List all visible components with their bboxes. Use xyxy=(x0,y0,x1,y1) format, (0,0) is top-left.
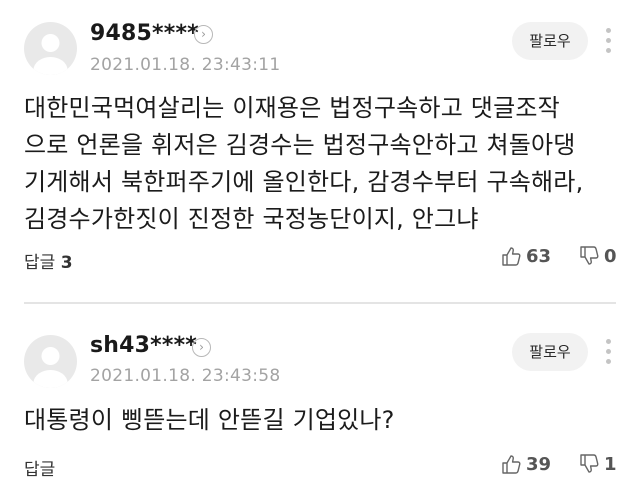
comment-text: 대통령이 삥뜯는데 안뜯길 기업있나? xyxy=(24,406,395,434)
thumbs-down-icon xyxy=(580,454,599,473)
avatar[interactable] xyxy=(24,335,77,388)
more-options-icon[interactable] xyxy=(606,28,612,58)
nickname[interactable]: 9485**** xyxy=(90,21,199,46)
user-silhouette-icon xyxy=(33,347,68,388)
dislike-count: 1 xyxy=(604,453,617,475)
chevron-right-icon[interactable]: › xyxy=(192,338,211,357)
reply-count: 3 xyxy=(60,253,73,273)
nickname[interactable]: sh43**** xyxy=(90,333,197,358)
reply-label: 답글 xyxy=(24,253,56,273)
chevron-right-icon[interactable]: › xyxy=(194,25,213,44)
follow-button[interactable]: 팔로우 xyxy=(512,22,588,60)
user-silhouette-icon xyxy=(33,34,68,75)
divider xyxy=(24,302,616,304)
reply-label: 답글 xyxy=(24,460,56,480)
follow-button[interactable]: 팔로우 xyxy=(512,333,588,371)
reply-button[interactable]: 답글 3 xyxy=(24,248,73,273)
dislike-button[interactable]: 1 xyxy=(578,453,617,475)
comment-item: sh43**** › 2021.01.18. 23:43:58 팔로우 대통령이… xyxy=(0,305,640,502)
like-button[interactable]: 63 xyxy=(500,245,551,267)
dislike-count: 0 xyxy=(604,245,617,267)
avatar[interactable] xyxy=(24,22,77,75)
comment-date: 2021.01.18. 23:43:11 xyxy=(90,55,281,75)
reply-button[interactable]: 답글 xyxy=(24,455,55,480)
like-button[interactable]: 39 xyxy=(500,453,551,475)
thumbs-down-icon xyxy=(580,246,599,265)
like-count: 63 xyxy=(526,245,552,267)
more-options-icon[interactable] xyxy=(606,339,612,369)
dislike-button[interactable]: 0 xyxy=(578,245,617,267)
thumbs-up-icon xyxy=(502,455,521,474)
thumbs-up-icon xyxy=(502,247,521,266)
comment-date: 2021.01.18. 23:43:58 xyxy=(90,366,281,386)
comment-text: 대한민국먹여살리는 이재용은 법정구속하고 댓글조작 으로 언론을 휘저은 김경… xyxy=(24,94,584,233)
like-count: 39 xyxy=(526,453,552,475)
comment-item: 9485**** › 2021.01.18. 23:43:11 팔로우 대한민국… xyxy=(0,0,640,302)
